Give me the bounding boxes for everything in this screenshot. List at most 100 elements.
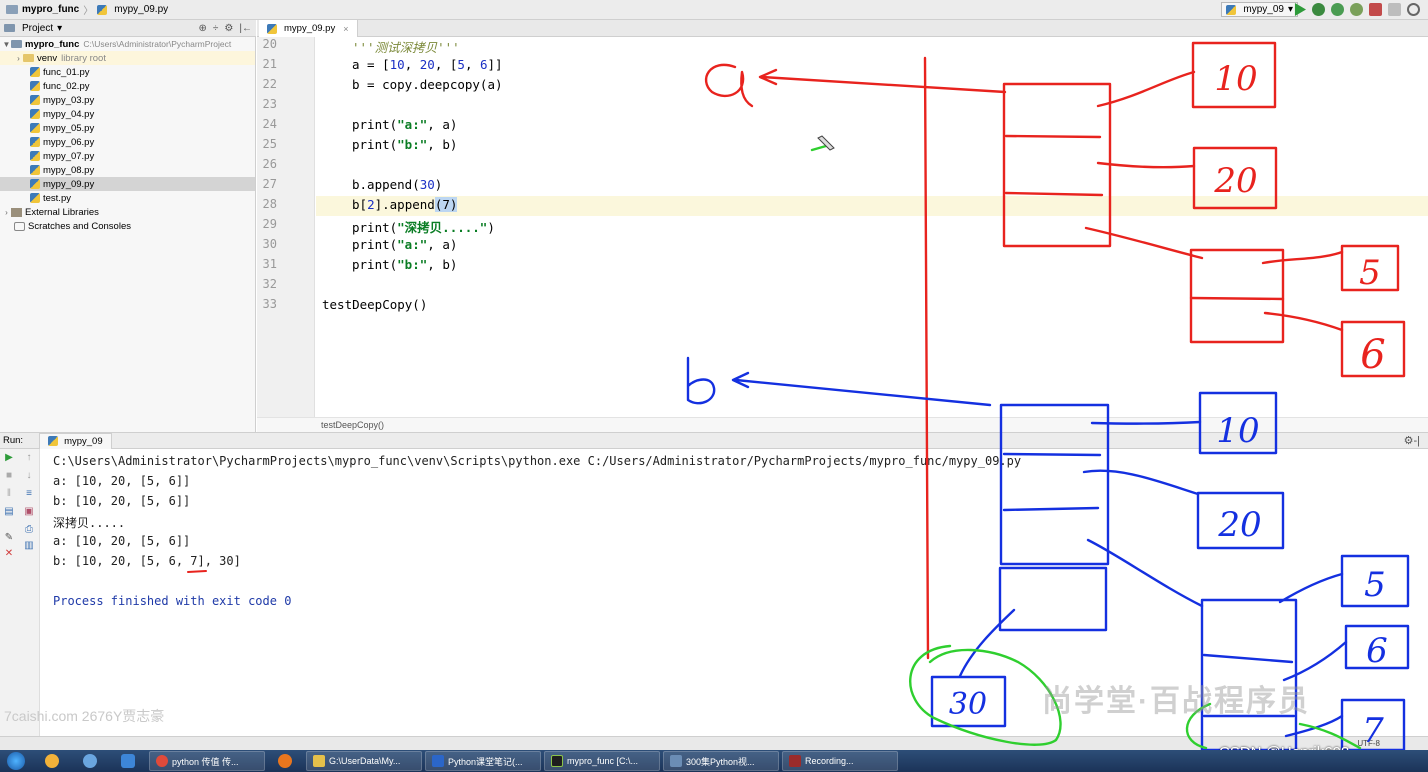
line-number: 28 xyxy=(262,197,277,211)
tree-item-file[interactable]: mypy_04.py xyxy=(0,107,255,121)
taskbar-item[interactable]: Python课堂笔记(... xyxy=(425,751,541,771)
pinned-app[interactable] xyxy=(72,751,108,771)
toolbar-actions xyxy=(1293,3,1420,16)
code-line-27: b.append(30) xyxy=(352,177,442,192)
editor-tab-bar: mypy_09.py × xyxy=(257,20,1428,37)
scroll-up-icon[interactable]: ↑ xyxy=(24,453,34,463)
code-string: "a:" xyxy=(397,237,428,252)
code-editor[interactable]: 20 21 22 23 24 25 26 27 28 29 30 31 32 3… xyxy=(257,37,1428,417)
line-number: 20 xyxy=(262,37,277,51)
run-configuration-label: mypy_09 xyxy=(1243,4,1284,15)
breadcrumb: mypro_func 〉 mypy_09.py xyxy=(0,2,174,17)
app-icon xyxy=(121,754,135,768)
search-icon[interactable] xyxy=(1407,3,1420,16)
build-icon[interactable] xyxy=(1369,3,1382,16)
run-icon[interactable] xyxy=(1294,3,1306,16)
pinned-app[interactable] xyxy=(34,751,70,771)
code-line-31: print("b:", b) xyxy=(352,257,457,272)
close-icon[interactable]: ✕ xyxy=(4,549,14,559)
tree-item-venv[interactable]: › venv library root xyxy=(0,51,255,65)
python-file-icon xyxy=(30,165,40,175)
editor-breadcrumb[interactable]: testDeepCopy() xyxy=(257,417,1428,432)
matched-brace-highlight: (7) xyxy=(434,197,458,212)
taskbar-item[interactable]: mypro_func [C:\... xyxy=(544,751,660,771)
line-number: 23 xyxy=(262,97,277,111)
expand-arrow-icon[interactable]: ▼ xyxy=(2,40,11,49)
taskbar-item[interactable]: Recording... xyxy=(782,751,898,771)
rerun-icon[interactable]: ▶ xyxy=(4,453,14,463)
breadcrumb-project[interactable]: mypro_func xyxy=(22,4,79,15)
trash-icon[interactable]: ▥ xyxy=(24,541,34,551)
encoding-indicator[interactable]: UTF-8 xyxy=(1357,739,1380,748)
breadcrumb-separator: 〉 xyxy=(83,6,94,17)
run-configuration-select[interactable]: mypy_09 ▾ xyxy=(1221,2,1298,17)
project-panel-title[interactable]: Project xyxy=(22,23,53,34)
chevron-down-icon[interactable]: ▾ xyxy=(57,23,62,34)
tree-item-file-selected[interactable]: mypy_09.py xyxy=(0,177,255,191)
breadcrumb-function[interactable]: testDeepCopy() xyxy=(321,420,384,430)
tree-item-label: mypy_06.py xyxy=(43,136,95,148)
tree-item-scratches[interactable]: Scratches and Consoles xyxy=(0,219,255,233)
tree-item-file[interactable]: mypy_03.py xyxy=(0,93,255,107)
print-icon[interactable]: ⎙ xyxy=(24,525,34,535)
settings-icon[interactable]: ▣ xyxy=(24,507,34,517)
collapsed-arrow-icon[interactable]: › xyxy=(2,208,11,217)
line-number: 30 xyxy=(262,237,277,251)
tree-item-file[interactable]: func_01.py xyxy=(0,65,255,79)
code-token: , xyxy=(464,57,480,72)
gear-icon[interactable]: ⚙ xyxy=(224,23,233,34)
code-token: , a) xyxy=(427,117,458,132)
python-file-icon xyxy=(30,81,40,91)
close-icon[interactable]: × xyxy=(343,24,348,34)
tab-mypy-09[interactable]: mypy_09.py × xyxy=(259,20,358,37)
code-line-25: print("b:", b) xyxy=(352,137,457,152)
pause-icon[interactable]: ‖ xyxy=(4,489,14,499)
taskbar-item[interactable]: G:\UserData\My... xyxy=(306,751,422,771)
code-number: 5 xyxy=(457,57,465,72)
taskbar-item[interactable]: python 传值 传... xyxy=(149,751,265,771)
tree-item-external-libraries[interactable]: › External Libraries xyxy=(0,205,255,219)
python-file-icon xyxy=(267,23,277,34)
debug-icon[interactable] xyxy=(1312,3,1325,16)
stop-icon[interactable] xyxy=(1388,3,1401,16)
target-icon[interactable]: ⊕ xyxy=(199,23,207,34)
pin-icon[interactable]: ✎ xyxy=(4,533,14,543)
taskbar-item-label: mypro_func [C:\... xyxy=(567,756,639,766)
tree-item-label: mypy_08.py xyxy=(43,164,95,176)
python-file-icon xyxy=(48,436,59,446)
tree-item-label: External Libraries xyxy=(25,206,99,218)
gear-icon[interactable]: ⚙-| xyxy=(1404,434,1420,447)
breadcrumb-file[interactable]: mypy_09.py xyxy=(114,4,168,15)
tree-item-file[interactable]: mypy_05.py xyxy=(0,121,255,135)
pycharm-icon xyxy=(551,755,563,767)
hide-icon[interactable]: |← xyxy=(239,23,252,34)
chrome-icon xyxy=(156,755,168,767)
code-number: 30 xyxy=(419,177,435,192)
notepad-icon xyxy=(670,755,682,767)
taskbar-item[interactable]: 300集Python视... xyxy=(663,751,779,771)
stop-icon[interactable]: ■ xyxy=(4,471,14,481)
tree-root[interactable]: ▼ mypro_func C:\Users\Administrator\Pych… xyxy=(0,37,255,51)
tree-item-file[interactable]: test.py xyxy=(0,191,255,205)
docstring: '''测试深拷贝''' xyxy=(352,40,460,55)
project-panel-tools: ⊕ ÷ ⚙ |← xyxy=(199,23,252,34)
python-file-icon xyxy=(30,123,40,133)
collapsed-arrow-icon[interactable]: › xyxy=(14,54,23,63)
coverage-icon[interactable] xyxy=(1331,3,1344,16)
profile-icon[interactable] xyxy=(1350,3,1363,16)
soft-wrap-icon[interactable]: ≡ xyxy=(24,489,34,499)
pinned-app[interactable] xyxy=(267,751,303,771)
scroll-down-icon[interactable]: ↓ xyxy=(24,471,34,481)
code-line-29: print("深拷贝.....") xyxy=(352,217,495,236)
start-button[interactable] xyxy=(0,750,32,772)
word-icon xyxy=(432,755,444,767)
tree-item-file[interactable]: func_02.py xyxy=(0,79,255,93)
collapse-icon[interactable]: ÷ xyxy=(213,23,219,34)
tree-item-file[interactable]: mypy_07.py xyxy=(0,149,255,163)
dump-threads-icon[interactable]: ▤ xyxy=(4,507,14,517)
tree-item-file[interactable]: mypy_08.py xyxy=(0,163,255,177)
tree-root-path: C:\Users\Administrator\PycharmProject xyxy=(83,39,232,49)
tab-run-mypy-09[interactable]: mypy_09 xyxy=(39,432,112,449)
pinned-app[interactable] xyxy=(110,751,146,771)
tree-item-file[interactable]: mypy_06.py xyxy=(0,135,255,149)
